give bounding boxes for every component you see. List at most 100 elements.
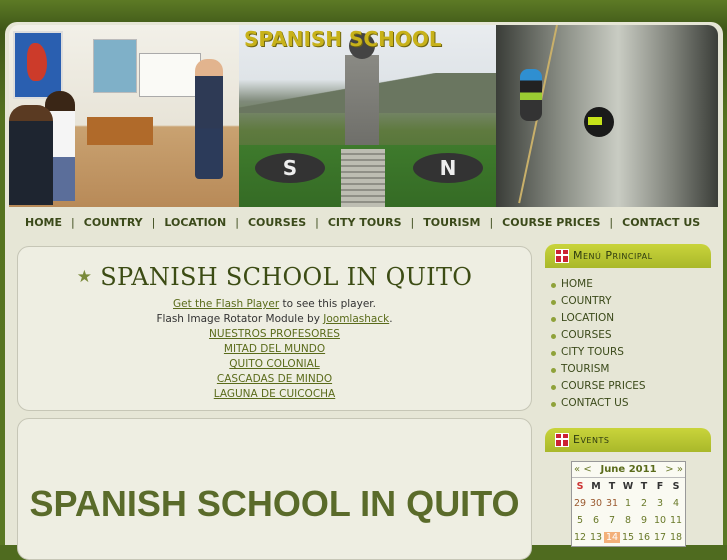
events-calendar: « < June 2011 > » S M T W T F S 29 30 31… [571,461,686,547]
weekday-label: T [608,481,616,492]
main-title-row: ★ SPANISH SCHOOL IN QUITO [18,263,531,291]
sidebar-menu: HOME COUNTRY LOCATION COURSES CITY TOURS… [545,278,711,414]
module-credit-suffix: . [389,313,393,325]
calendar-header: « < June 2011 > » [572,462,685,478]
next-year-button[interactable]: » [677,464,683,475]
events-header: Events [545,428,711,452]
calendar-day[interactable]: 6 [588,515,604,526]
nav-courses[interactable]: COURSES [248,216,306,229]
prev-year-button[interactable]: « [574,464,580,475]
calendar-day[interactable]: 18 [668,532,684,543]
nav-home[interactable]: HOME [25,216,62,229]
nav-contact-us[interactable]: CONTACT US [622,216,700,229]
wall-poster [93,39,137,93]
calendar-day[interactable]: 16 [636,532,652,543]
link-cascadas-de-mindo[interactable]: CASCADAS DE MINDO [18,372,531,387]
sidebar-item-contact-us[interactable]: CONTACT US [545,397,711,414]
calendar-nav-forward: > » [665,464,683,475]
nav-separator: | [71,215,75,229]
main-nav: HOME | COUNTRY | LOCATION | COURSES | CITY T… [9,207,718,237]
calendar-weekdays: S M T W T F S [572,478,685,495]
calendar-week: 29 30 31 1 2 3 4 [572,495,685,512]
sidebar-item-course-prices[interactable]: COURSE PRICES [545,380,711,397]
sidebar-item-country[interactable]: COUNTRY [545,295,711,312]
calendar-day[interactable]: 11 [668,515,684,526]
gift-icon [555,433,569,447]
waterfall-photo [496,25,718,207]
nav-separator: | [315,215,319,229]
student-figure [9,105,53,205]
next-month-button[interactable]: > [665,464,673,475]
desk [87,117,153,145]
calendar-month: June 2011 [600,464,657,475]
events-title: Events [573,433,610,446]
nav-separator: | [489,215,494,229]
calendar-day[interactable]: 12 [572,532,588,543]
weekday-label: S [576,481,584,492]
link-quito-colonial[interactable]: QUITO COLONIAL [18,357,531,372]
main-content-box: ★ SPANISH SCHOOL IN QUITO Get the Flash P… [17,246,532,411]
calendar-day[interactable]: 4 [668,498,684,509]
calendar-day[interactable]: 7 [604,515,620,526]
nav-country[interactable]: COUNTRY [84,216,143,229]
calendar-day[interactable]: 5 [572,515,588,526]
nav-separator: | [410,215,415,229]
link-laguna-de-cuicocha[interactable]: LAGUNA DE CUICOCHA [18,387,531,402]
climber-figure [584,107,614,137]
calendar-day[interactable]: 3 [652,498,668,509]
module-credit-text: Flash Image Rotator Module by [156,313,324,325]
calendar-day[interactable]: 29 [572,498,588,509]
weekday-label: W [622,481,634,492]
sidebar-item-tourism[interactable]: TOURISM [545,363,711,380]
monument-photo: S N [239,25,496,207]
calendar-day[interactable]: 30 [588,498,604,509]
site-title: SPANISH SCHOOL [244,27,442,51]
teacher-figure [195,59,223,179]
weekday-label: S [672,481,680,492]
link-nuestros-profesores[interactable]: NUESTROS PROFESORES [18,327,531,342]
nav-location[interactable]: LOCATION [164,216,226,229]
nav-city-tours[interactable]: CITY TOURS [328,216,402,229]
calendar-day[interactable]: 13 [588,532,604,543]
weekday-label: F [656,481,664,492]
article-box: SPANISH SCHOOL IN QUITO [17,418,532,560]
nav-separator: | [151,215,156,229]
flash-player-line: Get the Flash Player to see this player. [18,298,531,310]
sidebar-item-location[interactable]: LOCATION [545,312,711,329]
calendar-day[interactable]: 31 [604,498,620,509]
joomlashack-link[interactable]: Joomlashack [323,313,389,325]
calendar-day[interactable]: 9 [636,515,652,526]
calendar-day[interactable]: 10 [652,515,668,526]
nav-separator: | [609,215,614,229]
calendar-week: 5 6 7 8 9 10 11 [572,512,685,529]
sidebar-item-city-tours[interactable]: CITY TOURS [545,346,711,363]
monument-tower [345,33,379,151]
get-flash-player-link[interactable]: Get the Flash Player [173,298,279,310]
weekday-label: T [640,481,648,492]
whiteboard [139,53,201,97]
compass-s-marker: S [255,153,325,183]
star-icon: ★ [76,267,93,287]
calendar-day-today[interactable]: 14 [604,532,620,543]
header-banner: S N [9,25,718,207]
climber-figure [520,69,542,121]
article-title: SPANISH SCHOOL IN QUITO [29,483,520,524]
calendar-day[interactable]: 17 [652,532,668,543]
prev-month-button[interactable]: < [583,464,591,475]
calendar-week: 12 13 14 15 16 17 18 [572,529,685,546]
calendar-day[interactable]: 8 [620,515,636,526]
compass-n-marker: N [413,153,483,183]
nav-tourism[interactable]: TOURISM [423,216,480,229]
gift-icon [555,249,569,263]
calendar-day[interactable]: 1 [620,498,636,509]
sidebar-item-courses[interactable]: COURSES [545,329,711,346]
calendar-day[interactable]: 15 [620,532,636,543]
gallery-links: NUESTROS PROFESORES MITAD DEL MUNDO QUIT… [18,327,531,402]
flash-player-text: to see this player. [279,298,376,310]
nav-course-prices[interactable]: COURSE PRICES [502,216,600,229]
calendar-day[interactable]: 2 [636,498,652,509]
calendar-nav-back: « < [574,464,592,475]
menu-principal-title: Menú Principal [573,249,653,262]
sidebar-item-home[interactable]: HOME [545,278,711,295]
link-mitad-del-mundo[interactable]: MITAD DEL MUNDO [18,342,531,357]
